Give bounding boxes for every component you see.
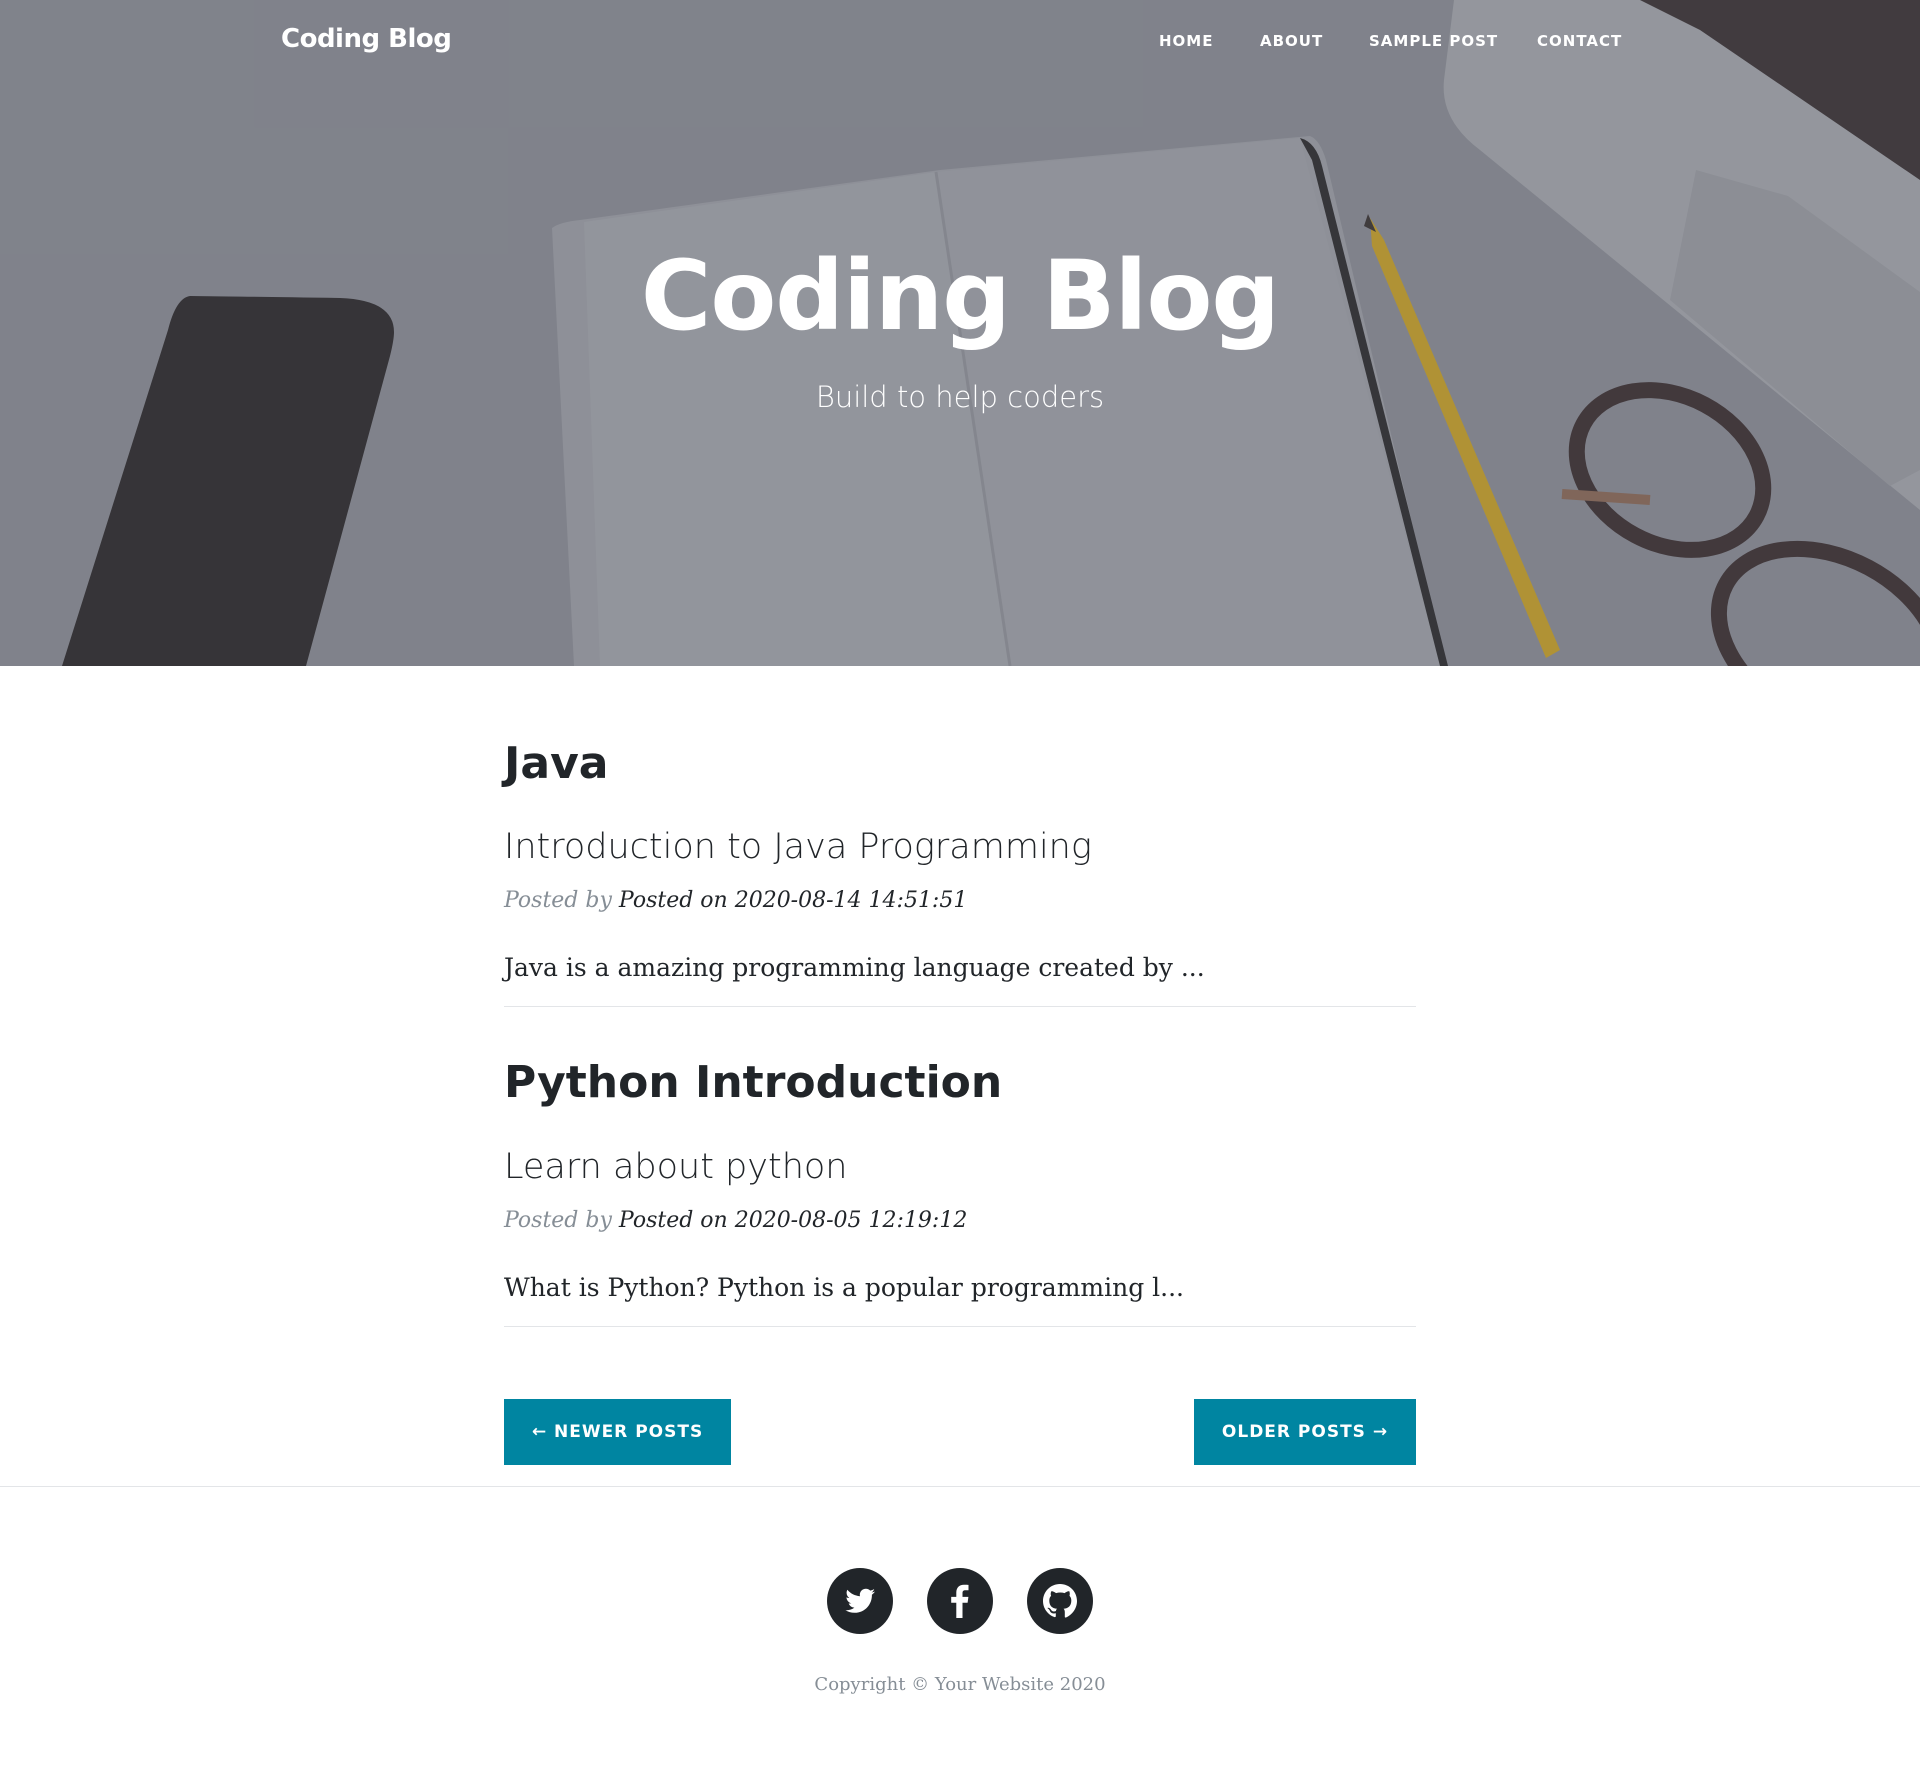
- post-excerpt: What is Python? Python is a popular prog…: [504, 1272, 1184, 1302]
- post-preview: Python Introduction Learn about python P…: [504, 1058, 1416, 1327]
- post-meta-prefix: Posted by: [504, 888, 612, 914]
- nav-home[interactable]: HOME: [1159, 32, 1213, 50]
- older-posts-button[interactable]: OLDER POSTS →: [1194, 1399, 1416, 1465]
- top-navbar: Coding Blog HOME ABOUT SAMPLE POST CONTA…: [0, 0, 1920, 84]
- post-meta-date: Posted on 2020-08-05 12:19:12: [618, 1207, 968, 1233]
- hero-subtitle: Build to help coders: [815, 380, 1105, 414]
- facebook-icon[interactable]: [927, 1568, 993, 1634]
- post-preview: Java Introduction to Java Programming Po…: [504, 739, 1416, 1008]
- post-meta-date: Posted on 2020-08-14 14:51:51: [618, 888, 968, 914]
- twitter-icon[interactable]: [827, 1568, 893, 1634]
- post-meta: Posted by Posted on 2020-08-05 12:19:12: [504, 1208, 1416, 1233]
- social-links: [0, 1568, 1920, 1634]
- post-excerpt: Java is a amazing programming language c…: [504, 953, 1205, 983]
- post-subtitle[interactable]: Introduction to Java Programming: [504, 826, 1416, 868]
- footer-divider: [0, 1486, 1920, 1487]
- post-list: Java Introduction to Java Programming Po…: [504, 739, 1416, 1327]
- post-title[interactable]: Python Introduction: [504, 1058, 1416, 1107]
- nav-about[interactable]: ABOUT: [1260, 32, 1323, 50]
- github-icon[interactable]: [1027, 1568, 1093, 1634]
- post-meta: Posted by Posted on 2020-08-14 14:51:51: [504, 888, 1416, 913]
- newer-posts-button[interactable]: ← NEWER POSTS: [504, 1399, 731, 1465]
- post-title[interactable]: Java: [504, 739, 1416, 788]
- copyright: Copyright © Your Website 2020: [814, 1674, 1106, 1695]
- post-divider: [504, 1006, 1416, 1008]
- pager: ← NEWER POSTS OLDER POSTS →: [504, 1399, 1416, 1465]
- nav-contact[interactable]: CONTACT: [1537, 32, 1622, 50]
- brand-logo[interactable]: Coding Blog: [281, 24, 452, 54]
- hero-title: Coding Blog: [640, 240, 1280, 352]
- masthead: Coding Blog HOME ABOUT SAMPLE POST CONTA…: [0, 0, 1920, 666]
- nav-sample-post[interactable]: SAMPLE POST: [1369, 32, 1498, 50]
- post-subtitle[interactable]: Learn about python: [504, 1146, 1416, 1188]
- post-divider: [504, 1325, 1416, 1327]
- post-meta-prefix: Posted by: [504, 1207, 612, 1233]
